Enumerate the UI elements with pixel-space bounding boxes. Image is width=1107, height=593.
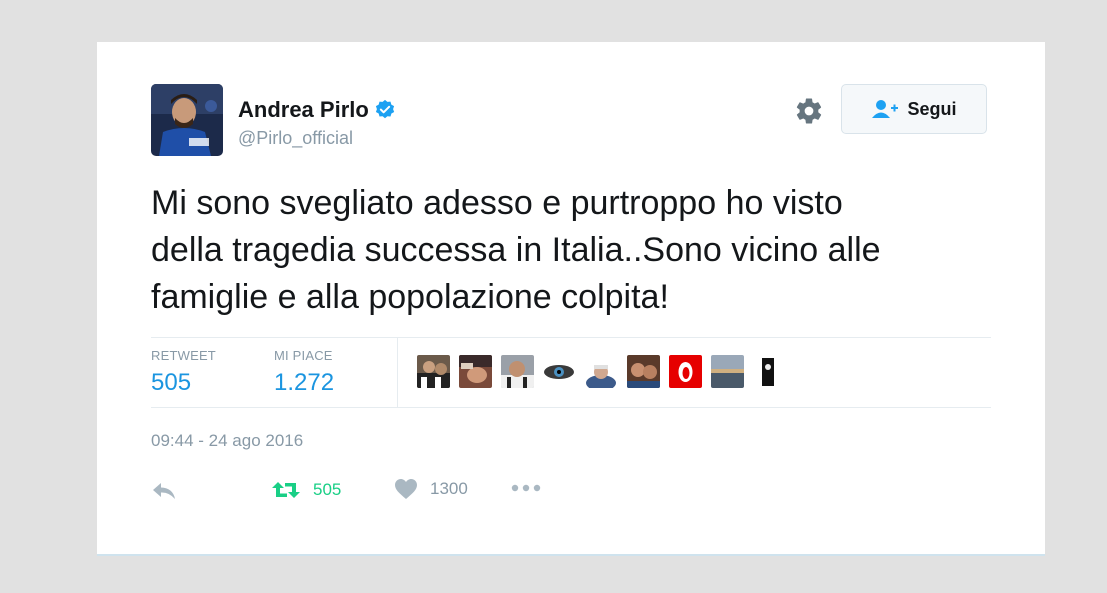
liker-avatar[interactable] (417, 355, 450, 388)
liker-avatar[interactable] (753, 355, 786, 388)
display-name-text: Andrea Pirlo (238, 97, 369, 122)
stats-vertical-divider (397, 338, 398, 407)
retweet-icon (271, 478, 301, 502)
display-name[interactable]: Andrea Pirlo (238, 97, 396, 123)
reply-icon (151, 480, 177, 502)
like-stat[interactable]: MI PIACE 1.272 (274, 348, 334, 397)
action-bar: 505 1300 (151, 478, 611, 508)
liker-avatars (417, 355, 786, 388)
stats-top-divider (151, 337, 991, 338)
retweet-button[interactable]: 505 (271, 478, 341, 502)
tweet-timestamp[interactable]: 09:44 - 24 ago 2016 (151, 431, 303, 451)
follow-button[interactable]: Segui (841, 84, 987, 134)
stats-bottom-divider (151, 407, 991, 408)
like-stat-value[interactable]: 1.272 (274, 369, 334, 397)
liker-avatar[interactable] (627, 355, 660, 388)
heart-icon (394, 478, 418, 500)
liker-avatar[interactable] (501, 355, 534, 388)
retweet-count: 505 (313, 480, 342, 499)
follow-person-icon (871, 99, 899, 119)
tweet-card: Andrea Pirlo @Pirlo_official Segui Mi so… (97, 42, 1045, 556)
like-count: 1300 (430, 479, 468, 498)
gear-icon[interactable] (794, 96, 824, 126)
retweet-stat[interactable]: RETWEET 505 (151, 348, 216, 397)
more-icon (511, 483, 541, 493)
tweet-line-1: Mi sono svegliato adesso e purtroppo ho … (151, 184, 843, 222)
avatar[interactable] (151, 84, 223, 156)
liker-avatar[interactable] (459, 355, 492, 388)
retweet-stat-value[interactable]: 505 (151, 369, 216, 397)
tweet-line-2: della tragedia successa in Italia..Sono … (151, 231, 881, 269)
retweet-stat-label: RETWEET (151, 348, 216, 363)
like-stat-label: MI PIACE (274, 348, 333, 363)
tweet-line-3: famiglie e alla popolazione colpita! (151, 278, 669, 316)
liker-avatar[interactable] (669, 355, 702, 388)
follow-button-label: Segui (907, 98, 957, 119)
user-handle[interactable]: @Pirlo_official (238, 128, 353, 149)
liker-avatar[interactable] (711, 355, 744, 388)
like-button[interactable]: 1300 (394, 478, 468, 500)
more-button[interactable] (511, 483, 541, 493)
liker-avatar[interactable] (543, 355, 576, 388)
liker-avatar[interactable] (585, 355, 618, 388)
verified-badge-icon (374, 99, 396, 121)
tweet-text: Mi sono svegliato adesso e purtroppo ho … (151, 180, 1001, 321)
reply-button[interactable] (151, 480, 177, 502)
